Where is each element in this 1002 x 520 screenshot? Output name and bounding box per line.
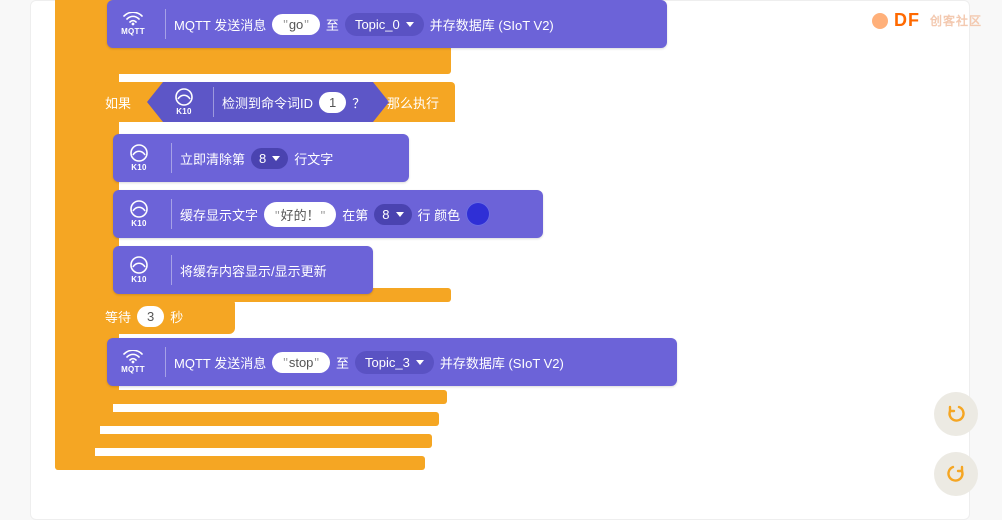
mqtt-send-block-2[interactable]: MQTT MQTT 发送消息 "stop" 至 Topic_3 并存数据库 (S… [107, 338, 677, 386]
divider [165, 9, 166, 39]
wait-block[interactable]: 等待 3 秒 [95, 298, 235, 334]
c-block-foot-3 [81, 412, 439, 426]
divider [171, 255, 172, 285]
mqtt2-topic-dropdown[interactable]: Topic_3 [355, 351, 434, 374]
mqtt1-prefix: MQTT 发送消息 [174, 15, 266, 34]
chevron-down-icon [396, 212, 404, 217]
wait-prefix: 等待 [105, 307, 131, 326]
cache-prefix: 缓存显示文字 [180, 205, 258, 224]
df-logo-icon [872, 13, 888, 29]
wifi-icon: MQTT [117, 346, 149, 378]
k10-icon: K10 [171, 86, 197, 118]
mqtt-icon-label: MQTT [121, 365, 145, 374]
k10-icon-label: K10 [176, 107, 192, 116]
cache-line-suffix: 行 颜色 [418, 205, 461, 224]
mqtt1-topic-dropdown[interactable]: Topic_0 [345, 13, 424, 36]
cache-text-input[interactable]: "好的！" [264, 202, 336, 227]
clear-line-dropdown[interactable]: 8 [251, 148, 288, 169]
cond-id-input[interactable]: 1 [319, 92, 346, 113]
c-block-foot-1 [55, 456, 425, 470]
mqtt2-prefix: MQTT 发送消息 [174, 353, 266, 372]
cache-at: 在第 [342, 205, 368, 224]
watermark-suffix: 创客社区 [930, 12, 982, 29]
divider [165, 347, 166, 377]
clear-line-block[interactable]: K10 立即清除第 8 行文字 [113, 134, 409, 182]
mqtt2-suffix: 并存数据库 (SIoT V2) [440, 353, 564, 372]
then-label: 那么执行 [387, 93, 439, 112]
c-block-foot-4 [95, 390, 447, 404]
k10-icon: K10 [123, 198, 155, 230]
mqtt-icon-label: MQTT [121, 27, 145, 36]
divider [213, 87, 214, 117]
cache-line-dropdown[interactable]: 8 [374, 204, 411, 225]
diamond-left [147, 82, 163, 122]
chevron-down-icon [416, 360, 424, 365]
mqtt2-to: 至 [336, 353, 349, 372]
divider [171, 199, 172, 229]
k10-icon-label: K10 [131, 275, 147, 284]
wifi-icon: MQTT [117, 8, 149, 40]
k10-icon: K10 [123, 254, 155, 286]
refresh-text: 将缓存内容显示/显示更新 [180, 261, 327, 280]
mqtt1-to: 至 [326, 15, 339, 34]
condition-block[interactable]: K10 检测到命令词ID 1 ？ [147, 82, 389, 122]
redo-icon [945, 463, 967, 485]
clear-suffix: 行文字 [294, 149, 333, 168]
mqtt2-msg-input[interactable]: "stop" [272, 352, 330, 373]
clear-prefix: 立即清除第 [180, 149, 245, 168]
mqtt1-suffix: 并存数据库 (SIoT V2) [430, 15, 554, 34]
chevron-down-icon [406, 22, 414, 27]
watermark-brand: DF [894, 10, 920, 31]
if-label: 如果 [105, 93, 131, 112]
mqtt-send-block-1[interactable]: MQTT MQTT 发送消息 "go" 至 Topic_0 并存数据库 (SIo… [107, 0, 667, 48]
k10-icon-label: K10 [131, 163, 147, 172]
k10-icon-label: K10 [131, 219, 147, 228]
cache-display-block[interactable]: K10 缓存显示文字 "好的！" 在第 8 行 颜色 [113, 190, 543, 238]
watermark: DF 创客社区 [872, 10, 982, 31]
mqtt1-msg-input[interactable]: "go" [272, 14, 320, 35]
redo-button[interactable] [934, 452, 978, 496]
color-picker[interactable] [466, 202, 490, 226]
refresh-display-block[interactable]: K10 将缓存内容显示/显示更新 [113, 246, 373, 294]
undo-button[interactable] [934, 392, 978, 436]
c-block-foot-2 [68, 434, 432, 448]
wait-seconds-input[interactable]: 3 [137, 306, 164, 327]
block-canvas[interactable]: MQTT MQTT 发送消息 "go" 至 Topic_0 并存数据库 (SIo… [55, 0, 655, 430]
divider [171, 143, 172, 173]
cond-prefix: 检测到命令词ID [222, 93, 313, 112]
undo-icon [945, 403, 967, 425]
chevron-down-icon [272, 156, 280, 161]
cond-suffix: ？ [352, 93, 365, 112]
k10-icon: K10 [123, 142, 155, 174]
wait-suffix: 秒 [170, 307, 183, 326]
